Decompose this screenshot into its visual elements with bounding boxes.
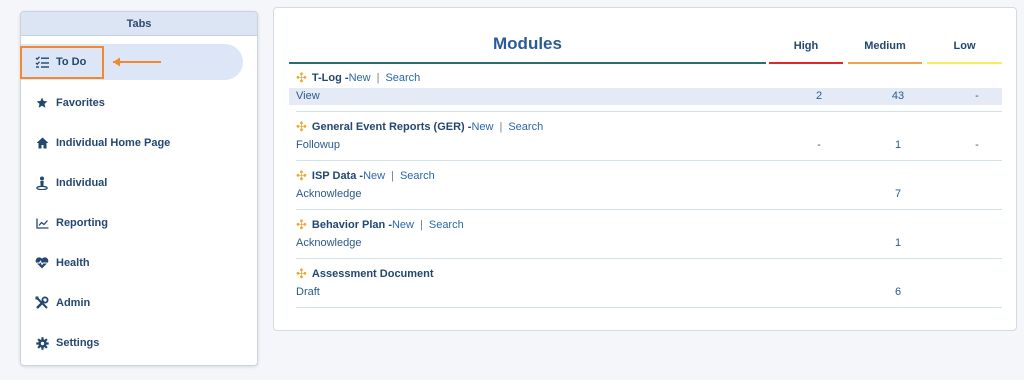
column-high-label: High (793, 40, 819, 52)
star-icon (35, 96, 49, 110)
t-log-search-link[interactable]: Search (385, 72, 420, 84)
count-medium: 7 (894, 188, 902, 200)
ger-search-link[interactable]: Search (508, 121, 543, 133)
move-icon: ✣ (296, 119, 307, 134)
link-separator: | (391, 170, 394, 182)
module-title-behavior-plan: ✣ Behavior Plan - New | Search (289, 216, 1002, 234)
modules-title: Modules (289, 34, 766, 64)
high-underline (769, 62, 843, 64)
assessment-draft-row[interactable]: Draft 6 (289, 284, 1002, 301)
sidebar-item-label: To Do (56, 56, 87, 68)
link-separator: | (376, 72, 380, 84)
move-icon: ✣ (296, 70, 307, 85)
behavior-new-link[interactable]: New (392, 219, 414, 231)
gear-icon (35, 336, 49, 350)
sidebar-item-individual[interactable]: Individual (21, 165, 257, 201)
modules-panel: Modules High Medium Low ✣ T-Log - New | … (273, 7, 1017, 331)
module-title-t-log: ✣ T-Log - New | Search (289, 69, 1002, 87)
isp-search-link[interactable]: Search (400, 170, 435, 182)
heartbeat-icon (35, 256, 49, 270)
ger-followup-row[interactable]: Followup - 1 - (289, 137, 1002, 154)
count-low: - (975, 139, 979, 151)
row-divider (296, 111, 1002, 112)
sidebar-item-individual-home-page[interactable]: Individual Home Page (21, 125, 257, 161)
column-medium-label: Medium (864, 40, 906, 52)
sidebar-item-settings[interactable]: Settings (21, 325, 257, 361)
move-icon: ✣ (296, 168, 307, 183)
row-divider (296, 209, 1002, 210)
row-divider (296, 160, 1002, 161)
module-name: T-Log - (311, 72, 349, 84)
column-low: Low (927, 40, 1002, 64)
module-title-isp-data: ✣ ISP Data - New | Search (289, 167, 1002, 185)
move-icon: ✣ (296, 217, 307, 232)
sub-label: View (296, 90, 320, 102)
line-chart-icon (35, 216, 49, 230)
behavior-search-link[interactable]: Search (429, 219, 464, 231)
link-separator: | (499, 121, 503, 133)
title-underline (289, 62, 766, 64)
tools-icon (35, 296, 49, 310)
behavior-acknowledge-row[interactable]: Acknowledge 1 (289, 235, 1002, 252)
count-medium: 1 (894, 237, 902, 249)
row-divider (296, 307, 1002, 308)
sidebar-item-label: Favorites (56, 97, 105, 109)
sidebar-item-reporting[interactable]: Reporting (21, 205, 257, 241)
module-name: Assessment Document (311, 268, 434, 280)
module-title-assessment-document: ✣ Assessment Document (289, 265, 1002, 283)
sidebar-item-label: Individual (56, 177, 108, 189)
pointer-arrow-icon (113, 57, 161, 67)
column-low-label: Low (953, 40, 976, 52)
sidebar-item-favorites[interactable]: Favorites (21, 85, 257, 121)
module-name: Behavior Plan - (311, 219, 392, 231)
sidebar-item-label: Reporting (56, 217, 108, 229)
count-high: 2 (815, 90, 823, 102)
column-medium: Medium (848, 40, 922, 64)
count-medium: 6 (894, 286, 902, 298)
isp-new-link[interactable]: New (363, 170, 385, 182)
column-high: High (769, 40, 843, 64)
sidebar-item-label: Admin (56, 297, 91, 309)
sidebar-title: Tabs (21, 12, 257, 36)
modules-title-text: Modules (493, 34, 562, 53)
isp-acknowledge-row[interactable]: Acknowledge 7 (289, 186, 1002, 203)
sidebar-item-admin[interactable]: Admin (21, 285, 257, 321)
module-title-ger: ✣ General Event Reports (GER) - New | Se… (289, 118, 1002, 136)
count-medium: 1 (894, 139, 902, 151)
row-divider (296, 258, 1002, 259)
sub-label: Draft (296, 286, 320, 298)
sidebar-item-label: Health (56, 257, 90, 269)
move-icon: ✣ (296, 266, 307, 281)
medium-underline (848, 62, 922, 64)
link-separator: | (420, 219, 423, 231)
ger-new-link[interactable]: New (471, 121, 493, 133)
t-log-view-row[interactable]: View 2 43 - (289, 88, 1002, 105)
t-log-new-link[interactable]: New (349, 72, 371, 84)
home-icon (35, 136, 49, 150)
sub-label: Acknowledge (296, 237, 362, 249)
sub-label: Acknowledge (296, 188, 362, 200)
person-icon (35, 176, 49, 190)
low-underline (927, 62, 1002, 64)
count-medium: 43 (891, 90, 905, 102)
sidebar-item-label: Individual Home Page (56, 137, 171, 149)
module-name: ISP Data - (311, 170, 364, 182)
sub-label: Followup (296, 139, 341, 151)
sidebar-item-label: Settings (56, 337, 100, 349)
module-name: General Event Reports (GER) - (311, 121, 472, 133)
checklist-icon (35, 55, 49, 69)
count-high: - (817, 139, 821, 151)
sidebar-item-health[interactable]: Health (21, 245, 257, 281)
count-low: - (975, 90, 979, 102)
